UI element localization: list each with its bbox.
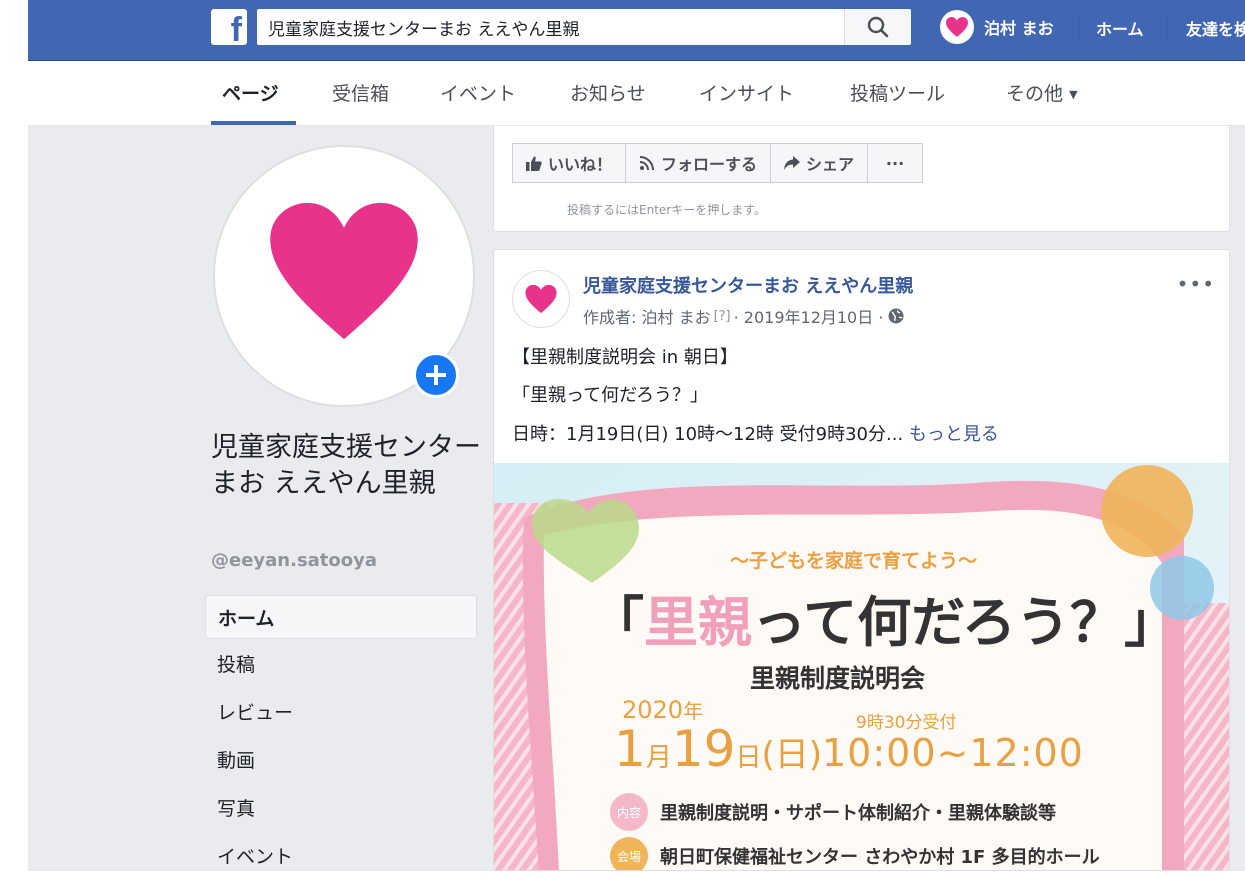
flyer-venue-text: 朝日町保健福祉センター さわやか村 1F 多目的ホール bbox=[660, 847, 1100, 868]
user-name: 泊村 まお bbox=[984, 19, 1054, 38]
nav-friends-link[interactable]: 友達を検 bbox=[1186, 16, 1245, 40]
flyer-title: 「里親って何だろう？」 bbox=[590, 593, 1178, 653]
sidebar-item-videos[interactable]: 動画 bbox=[205, 735, 477, 783]
page-handle[interactable]: @eeyan.satooya bbox=[211, 550, 377, 571]
flyer-subtitle: ～子どもを家庭で育てよう～ bbox=[730, 550, 978, 572]
search-icon bbox=[867, 16, 889, 38]
flyer-content-row: 内容 里親制度説明・サポート体制紹介・里親体験談等 bbox=[610, 793, 1056, 831]
sidebar-nav: ホーム 投稿 レビュー 動画 写真 イベント bbox=[205, 595, 477, 879]
tab-insights[interactable]: インサイト bbox=[699, 79, 794, 106]
post-meta: 作成者: 泊村 まお [?] · 2019年12月10日 · bbox=[583, 304, 904, 328]
nav-divider bbox=[1166, 14, 1167, 40]
post-creator: 作成者: 泊村 まお bbox=[583, 308, 711, 327]
flyer-weekday: (日) bbox=[761, 735, 822, 775]
page-title: 児童家庭支援センターまお ええやん里親 bbox=[211, 432, 481, 499]
composer-hint: 投稿するにはEnterキーを押します。 bbox=[567, 203, 767, 217]
post-text-excerpt: 日時：1月19日(日) 10時～12時 受付9時30分... bbox=[512, 424, 904, 445]
flyer-bracket-open: 「 bbox=[590, 591, 644, 654]
flyer-venue-row: 会場 朝日町保健福祉センター さわやか村 1F 多目的ホール bbox=[610, 837, 1100, 870]
flyer-date-time: 1月19日(日)10:00~12:00 bbox=[614, 721, 1084, 789]
sidebar-item-posts[interactable]: 投稿 bbox=[205, 639, 477, 687]
facebook-logo-icon[interactable]: f bbox=[211, 9, 247, 48]
post-text-line: 【里親制度説明会 in 朝日】 bbox=[512, 347, 738, 368]
follow-button[interactable]: フォローする bbox=[625, 143, 772, 183]
nav-divider bbox=[1078, 14, 1079, 40]
active-tab-indicator bbox=[211, 121, 296, 125]
sidebar-item-home[interactable]: ホーム bbox=[205, 595, 477, 639]
search-input[interactable]: 児童家庭支援センターまお ええやん里親 bbox=[257, 9, 911, 45]
flyer-event-name: 里親制度説明会 bbox=[750, 664, 926, 693]
flyer-month-unit: 月 bbox=[645, 743, 672, 773]
tab-more-label: その他 bbox=[1006, 83, 1064, 105]
more-icon: ··· bbox=[885, 153, 905, 173]
search-value: 児童家庭支援センターまお ええやん里親 bbox=[268, 20, 580, 40]
heart-icon bbox=[525, 284, 557, 314]
tab-publishing-tools[interactable]: 投稿ツール bbox=[850, 79, 945, 106]
heart-icon bbox=[946, 17, 968, 37]
flyer-content-text: 里親制度説明・サポート体制紹介・里親体験談等 bbox=[660, 803, 1056, 824]
sidebar-item-reviews[interactable]: レビュー bbox=[205, 687, 477, 735]
follow-label: フォローする bbox=[661, 155, 758, 174]
window-edge bbox=[0, 0, 28, 871]
share-button[interactable]: シェア bbox=[770, 143, 869, 183]
post-text-line: 「里親って何だろう？」 bbox=[512, 385, 709, 406]
flyer-time: 10:00~12:00 bbox=[822, 731, 1084, 775]
caret-down-icon: ▼ bbox=[1069, 88, 1078, 101]
top-navbar: f 児童家庭支援センターまお ええやん里親 泊村 まお ホーム 友達を検 bbox=[28, 0, 1245, 61]
like-button[interactable]: いいね！ bbox=[512, 143, 627, 183]
more-actions-button[interactable]: ··· bbox=[867, 143, 924, 183]
tab-events[interactable]: イベント bbox=[440, 79, 516, 106]
tab-more[interactable]: その他 ▼ bbox=[1006, 79, 1078, 106]
plus-icon bbox=[426, 365, 446, 385]
tab-notifications[interactable]: お知らせ bbox=[570, 79, 646, 106]
post-date[interactable]: · 2019年12月10日 · bbox=[734, 304, 884, 328]
share-arrow-icon bbox=[784, 156, 801, 170]
post-author-link[interactable]: 児童家庭支援センターまお ええやん里親 bbox=[583, 272, 913, 298]
globe-icon bbox=[888, 308, 904, 324]
post-options-button[interactable]: ••• bbox=[1177, 272, 1215, 296]
flyer-month: 1 bbox=[614, 720, 646, 778]
flyer-day-unit: 日 bbox=[735, 743, 762, 773]
flyer-bracket-close: 」 bbox=[1124, 591, 1179, 654]
thumbs-up-icon bbox=[526, 156, 542, 171]
page-actions-card: いいね！ フォローする シェア ··· 投稿するにはEnterキーを押します。 bbox=[493, 126, 1230, 232]
update-profile-picture-button[interactable] bbox=[413, 352, 459, 398]
profile-link[interactable]: 泊村 まお bbox=[940, 9, 1054, 45]
post-image[interactable]: ～子どもを家庭で育てよう～ 「里親って何だろう？」 里親制度説明会 2020年 … bbox=[494, 463, 1229, 870]
tab-page[interactable]: ページ bbox=[222, 79, 279, 106]
sidebar-item-events[interactable]: イベント bbox=[205, 831, 477, 879]
help-link[interactable]: [?] bbox=[714, 309, 731, 324]
heart-icon bbox=[270, 202, 418, 340]
action-buttons: いいね！ フォローする シェア ··· bbox=[512, 143, 924, 183]
see-more-link[interactable]: もっと見る bbox=[909, 424, 999, 445]
flyer-title-highlight: 里親 bbox=[644, 591, 752, 654]
page-tabs: ページ 受信箱 イベント お知らせ インサイト 投稿ツール その他 ▼ bbox=[28, 61, 1245, 126]
post-avatar[interactable] bbox=[512, 270, 570, 328]
flyer-title-rest: って何だろう？ bbox=[752, 591, 1125, 654]
like-label: いいね！ bbox=[548, 155, 613, 174]
post-card: 児童家庭支援センターまお ええやん里親 作成者: 泊村 まお [?] · 201… bbox=[493, 249, 1230, 871]
avatar bbox=[940, 10, 974, 44]
rss-feed-icon bbox=[639, 156, 655, 171]
tab-inbox[interactable]: 受信箱 bbox=[332, 79, 389, 106]
nav-home-link[interactable]: ホーム bbox=[1096, 16, 1144, 40]
share-label: シェア bbox=[806, 155, 855, 174]
search-button[interactable] bbox=[844, 9, 911, 45]
flyer-day: 19 bbox=[671, 720, 736, 778]
flyer-content-tag: 内容 bbox=[610, 793, 648, 831]
sidebar-item-photos[interactable]: 写真 bbox=[205, 783, 477, 831]
flyer-venue-tag: 会場 bbox=[610, 837, 648, 870]
post-text-line: 日時：1月19日(日) 10時～12時 受付9時30分... もっと見る bbox=[512, 420, 1212, 446]
